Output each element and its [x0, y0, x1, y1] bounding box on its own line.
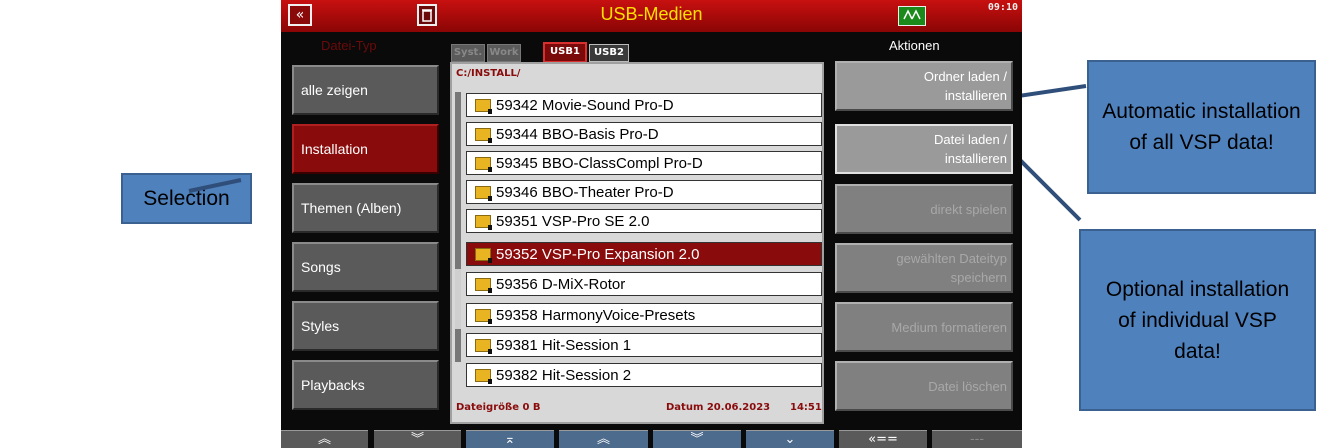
file-row[interactable]: 59381 Hit-Session 1: [466, 333, 822, 357]
folder-icon: [475, 185, 492, 201]
tab-work[interactable]: Work: [487, 44, 521, 62]
file-name: 59358 HarmonyVoice-Presets: [496, 306, 696, 324]
filetype-playbacks-label: Playbacks: [301, 377, 365, 393]
top-bar: « USB-Medien 09:10: [281, 0, 1022, 32]
filetype-all[interactable]: alle zeigen: [292, 65, 439, 115]
delete-file-button[interactable]: Datei löschen: [835, 361, 1013, 411]
folder-icon: [475, 98, 492, 114]
filetype-installation-label: Installation: [301, 141, 368, 157]
filetype-themes[interactable]: Themen (Alben): [292, 183, 439, 233]
file-browser: C:/INSTALL/ 59342 Movie-Sound Pro-D 5934…: [450, 62, 824, 424]
file-name: 59382 Hit-Session 2: [496, 366, 632, 384]
tab-syst[interactable]: Syst.: [451, 44, 485, 62]
file-name: 59352 VSP-Pro Expansion 2.0: [496, 245, 700, 263]
file-row[interactable]: 59345 BBO-ClassCompl Pro-D: [466, 151, 822, 175]
automatic-connector: [1011, 84, 1087, 99]
scroll-bottom-icon: ⌄: [784, 432, 796, 447]
load-folder-button[interactable]: Ordner laden / installieren: [835, 61, 1013, 111]
device-screen: « USB-Medien 09:10 Datei-Typ Aktionen al…: [281, 0, 1022, 448]
folder-icon: [475, 127, 492, 143]
file-name: 59381 Hit-Session 1: [496, 336, 632, 354]
empty-soft-button[interactable]: ---: [932, 430, 1022, 448]
format-medium-label: Medium formatieren: [891, 319, 1007, 335]
play-direct-button[interactable]: direkt spielen: [835, 184, 1013, 234]
folder-icon: [475, 368, 492, 384]
filetype-playbacks[interactable]: Playbacks: [292, 360, 439, 410]
file-name: 59356 D-MiX-Rotor: [496, 275, 626, 293]
left-header: Datei-Typ: [321, 38, 377, 53]
filetype-styles[interactable]: Styles: [292, 301, 439, 351]
load-file-line2: installieren: [944, 151, 1007, 166]
callout-automatic: Automatic installation of all VSP data!: [1087, 60, 1316, 194]
filetype-themes-label: Themen (Alben): [301, 200, 402, 216]
filetype-installation[interactable]: Installation: [292, 124, 439, 174]
callout-selection: Selection: [121, 173, 252, 224]
load-file-button[interactable]: Datei laden / installieren: [835, 124, 1013, 174]
double-chevron-up-icon: ︽: [317, 432, 331, 447]
save-filetype-button[interactable]: gewählten Dateityp speichern: [835, 243, 1013, 293]
tab-usb1[interactable]: USB1: [543, 42, 587, 63]
clock: 09:10: [987, 2, 1018, 13]
file-time: 14:51: [790, 402, 822, 413]
page-up-button[interactable]: ︽: [281, 430, 368, 448]
callout-automatic-text: Automatic installation of all VSP data!: [1102, 100, 1301, 154]
scroll-up-button[interactable]: ︽: [559, 430, 648, 448]
folder-icon: [475, 308, 492, 324]
filetype-songs-label: Songs: [301, 259, 341, 275]
folder-icon: [475, 214, 492, 230]
file-footer: Dateigröße 0 B Datum 20.06.2023 14:51: [456, 402, 822, 413]
scrollbar-thumb[interactable]: [455, 269, 461, 329]
delete-file-label: Datei löschen: [928, 378, 1007, 394]
file-date: Datum 20.06.2023: [666, 402, 771, 413]
filetype-all-label: alle zeigen: [301, 82, 368, 98]
file-name: 59345 BBO-ClassCompl Pro-D: [496, 154, 703, 172]
save-filetype-line2: speichern: [950, 270, 1007, 285]
file-row-selected[interactable]: 59352 VSP-Pro Expansion 2.0: [466, 242, 822, 266]
tab-usb2[interactable]: USB2: [589, 44, 629, 62]
file-row[interactable]: 59346 BBO-Theater Pro-D: [466, 180, 822, 204]
filetype-songs[interactable]: Songs: [292, 242, 439, 292]
file-row[interactable]: 59342 Movie-Sound Pro-D: [466, 93, 822, 117]
callout-selection-text: Selection: [143, 187, 230, 210]
file-row[interactable]: 59351 VSP-Pro SE 2.0: [466, 209, 822, 233]
file-name: 59344 BBO-Basis Pro-D: [496, 125, 659, 143]
load-folder-line1: Ordner laden /: [923, 69, 1007, 84]
empty-label: ---: [969, 432, 985, 447]
folder-icon: [475, 277, 492, 293]
file-row[interactable]: 59344 BBO-Basis Pro-D: [466, 122, 822, 146]
folder-icon: [475, 338, 492, 354]
file-name: 59346 BBO-Theater Pro-D: [496, 183, 674, 201]
folder-icon: [475, 156, 492, 172]
double-chevron-up-icon: ︽: [596, 432, 610, 447]
current-path: C:/INSTALL/: [456, 68, 521, 79]
back-soft-button[interactable]: «==: [839, 430, 927, 448]
page-down-button[interactable]: ︾: [374, 430, 461, 448]
load-file-line1: Datei laden /: [934, 132, 1007, 147]
filetype-styles-label: Styles: [301, 318, 340, 334]
file-size: Dateigröße 0 B: [456, 402, 541, 413]
file-row[interactable]: 59358 HarmonyVoice-Presets: [466, 303, 822, 327]
folder-icon: [475, 247, 492, 263]
callout-optional-text: Optional installation of individual VSP …: [1105, 277, 1290, 363]
file-name: 59342 Movie-Sound Pro-D: [496, 96, 674, 114]
battery-icon: [898, 6, 926, 26]
scroll-top-icon: ⌅: [504, 432, 516, 447]
file-name: 59351 VSP-Pro SE 2.0: [496, 212, 650, 230]
scroll-top-button[interactable]: ⌅: [466, 430, 554, 448]
double-chevron-down-icon: ︾: [410, 432, 424, 447]
back-arrow-icon: «==: [868, 432, 898, 447]
double-chevron-down-icon: ︾: [690, 432, 704, 447]
format-medium-button[interactable]: Medium formatieren: [835, 302, 1013, 352]
load-folder-line2: installieren: [944, 88, 1007, 103]
callout-optional: Optional installation of individual VSP …: [1079, 229, 1316, 411]
file-row[interactable]: 59356 D-MiX-Rotor: [466, 272, 822, 296]
scroll-down-button[interactable]: ︾: [653, 430, 741, 448]
right-header: Aktionen: [889, 38, 940, 53]
file-row[interactable]: 59382 Hit-Session 2: [466, 363, 822, 387]
play-direct-label: direkt spielen: [930, 201, 1007, 217]
scroll-bottom-button[interactable]: ⌄: [746, 430, 834, 448]
save-filetype-line1: gewählten Dateityp: [896, 251, 1007, 266]
